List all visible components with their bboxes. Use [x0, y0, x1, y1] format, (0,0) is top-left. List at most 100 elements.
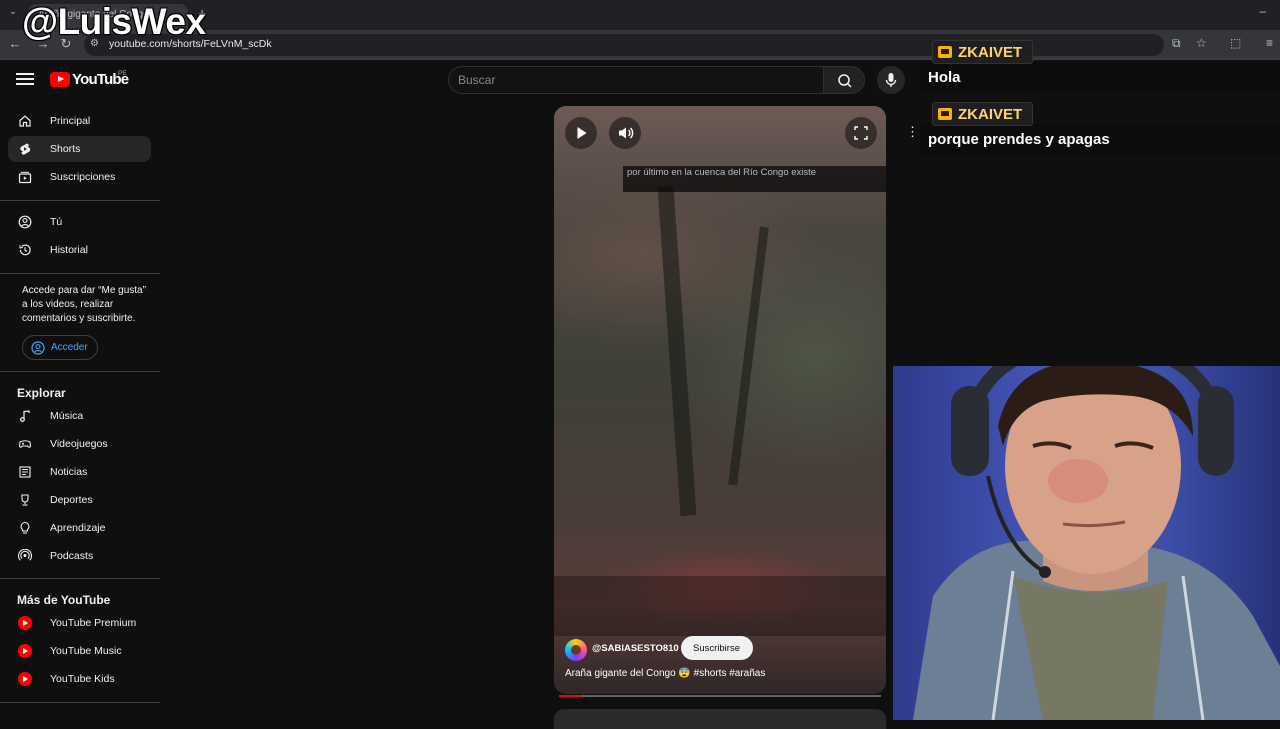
crown-icon	[938, 46, 952, 58]
search-input[interactable]	[458, 70, 808, 90]
home-icon	[19, 115, 31, 127]
video-scene-ground	[554, 576, 886, 636]
next-short-preview[interactable]	[554, 709, 886, 729]
youtube-kids-icon	[18, 672, 32, 686]
microphone-icon	[885, 73, 897, 87]
play-button[interactable]	[565, 117, 597, 149]
youtube-premium-icon	[18, 616, 32, 630]
chat-message-row: Hola	[920, 62, 1280, 92]
shorts-icon	[20, 143, 31, 155]
minimize-button[interactable]: –	[1259, 4, 1266, 18]
sidebar-item-label: YouTube Premium	[50, 617, 137, 629]
subscriptions-icon	[18, 171, 32, 184]
sidebar-item-label: Principal	[50, 115, 91, 127]
webcam-overlay	[893, 366, 1280, 720]
tab-list-chevron-icon[interactable]: ⌄	[6, 6, 20, 20]
sidebar-item-label: Tú	[50, 216, 63, 228]
chat-username-badge: ZKAIVET	[932, 102, 1033, 126]
account-icon	[18, 215, 32, 229]
history-icon	[19, 244, 31, 256]
account-circle-icon	[31, 341, 45, 355]
bookmark-star-icon[interactable]: ☆	[1196, 36, 1207, 50]
subscribe-button-label: Suscribirse	[693, 643, 740, 654]
explore-heading: Explorar	[17, 386, 66, 400]
sidebar-item-principal[interactable]: Principal	[8, 108, 151, 134]
sidebar-item-label: Historial	[50, 244, 88, 256]
sidebar-item-label: Suscripciones	[50, 171, 116, 183]
channel-name[interactable]: @SABIASESTO810	[592, 643, 679, 654]
podcast-icon	[18, 549, 32, 561]
signin-button[interactable]: Acceder	[22, 335, 98, 360]
chat-username: ZKAIVET	[958, 106, 1023, 123]
search-button[interactable]	[823, 66, 865, 94]
sidebar-item-label: Shorts	[50, 143, 81, 155]
sidebar-item-youtube-music[interactable]: YouTube Music	[8, 638, 151, 664]
sidebar-divider	[0, 200, 160, 201]
install-app-icon[interactable]: ⧉	[1172, 36, 1181, 51]
chat-username: ZKAIVET	[958, 44, 1023, 61]
signin-button-label: Acceder	[51, 342, 88, 353]
sidebar-item-musica[interactable]: Música	[8, 403, 151, 429]
news-icon	[19, 466, 31, 478]
chat-message-text: Hola	[928, 69, 961, 86]
search-icon	[838, 74, 852, 88]
video-scene-tree	[728, 226, 769, 486]
sidebar-item-label: YouTube Music	[50, 645, 122, 657]
lightbulb-icon	[20, 521, 30, 534]
video-progress-fill	[559, 695, 582, 697]
youtube-logo-icon[interactable]	[50, 72, 70, 87]
streamer-watermark: @LuisWex	[22, 1, 206, 42]
sidebar-item-historial[interactable]: Historial	[8, 237, 151, 263]
short-title[interactable]: Araña gigante del Congo 😨 #shorts #araña…	[565, 668, 765, 679]
sidebar-divider	[0, 578, 160, 579]
chat-username-badge: ZKAIVET	[932, 40, 1033, 64]
sidebar-item-label: YouTube Kids	[50, 673, 115, 685]
channel-avatar[interactable]	[565, 639, 587, 661]
fullscreen-icon	[854, 126, 868, 140]
chat-message-text: porque prendes y apagas	[928, 131, 1110, 148]
sidebar-divider	[0, 273, 160, 274]
sidebar-item-label: Deportes	[50, 494, 93, 506]
toolbar-divider	[0, 58, 1280, 60]
sidebar-item-aprendizaje[interactable]: Aprendizaje	[8, 515, 151, 541]
voice-search-button[interactable]	[877, 66, 905, 94]
gaming-icon	[18, 440, 32, 448]
sidebar-item-label: Videojuegos	[50, 438, 108, 450]
sidebar-item-deportes[interactable]: Deportes	[8, 487, 151, 513]
fullscreen-button[interactable]	[845, 117, 877, 149]
chat-message-row: porque prendes y apagas	[920, 124, 1280, 154]
sidebar-divider	[0, 371, 160, 372]
sidebar-divider	[0, 702, 160, 703]
volume-button[interactable]	[609, 117, 641, 149]
music-icon	[20, 410, 30, 422]
sidebar-item-youtube-kids[interactable]: YouTube Kids	[8, 666, 151, 692]
youtube-music-icon	[18, 644, 32, 658]
sidebar-item-label: Aprendizaje	[50, 522, 106, 534]
back-arrow-icon[interactable]: ←	[7, 36, 23, 51]
short-more-options-icon[interactable]: ⋮	[906, 124, 919, 140]
play-icon	[577, 127, 587, 139]
video-scene-tree	[657, 185, 697, 517]
short-video-player[interactable]	[554, 106, 886, 694]
sidebar-item-suscripciones[interactable]: Suscripciones	[8, 164, 151, 190]
video-caption: por último en la cuenca del Río Congo ex…	[627, 167, 817, 178]
sidebar-item-label: Noticias	[50, 466, 88, 478]
video-progress-bar[interactable]	[559, 695, 881, 697]
streamer-webcam-image	[913, 366, 1280, 720]
sidebar-item-youtube-premium[interactable]: YouTube Premium	[8, 610, 151, 636]
sidebar-item-shorts[interactable]: Shorts	[8, 136, 151, 162]
trophy-icon	[21, 494, 29, 506]
sidebar-item-label: Música	[50, 410, 84, 422]
side-panel-icon[interactable]: ≡	[1266, 36, 1273, 50]
volume-icon	[619, 127, 634, 139]
sidebar-item-noticias[interactable]: Noticias	[8, 459, 151, 485]
signin-prompt: Accede para dar “Me gusta” a los videos,…	[22, 285, 146, 324]
country-code: PE	[118, 70, 127, 77]
sidebar-item-videojuegos[interactable]: Videojuegos	[8, 431, 151, 457]
sidebar-item-podcasts[interactable]: Podcasts	[8, 543, 151, 569]
more-from-youtube-heading: Más de YouTube	[17, 593, 111, 607]
extensions-icon[interactable]: ⬚	[1230, 36, 1241, 50]
hamburger-menu-icon[interactable]	[16, 70, 34, 88]
sidebar-item-label: Podcasts	[50, 550, 94, 562]
sidebar-item-tu[interactable]: Tú	[8, 209, 151, 235]
